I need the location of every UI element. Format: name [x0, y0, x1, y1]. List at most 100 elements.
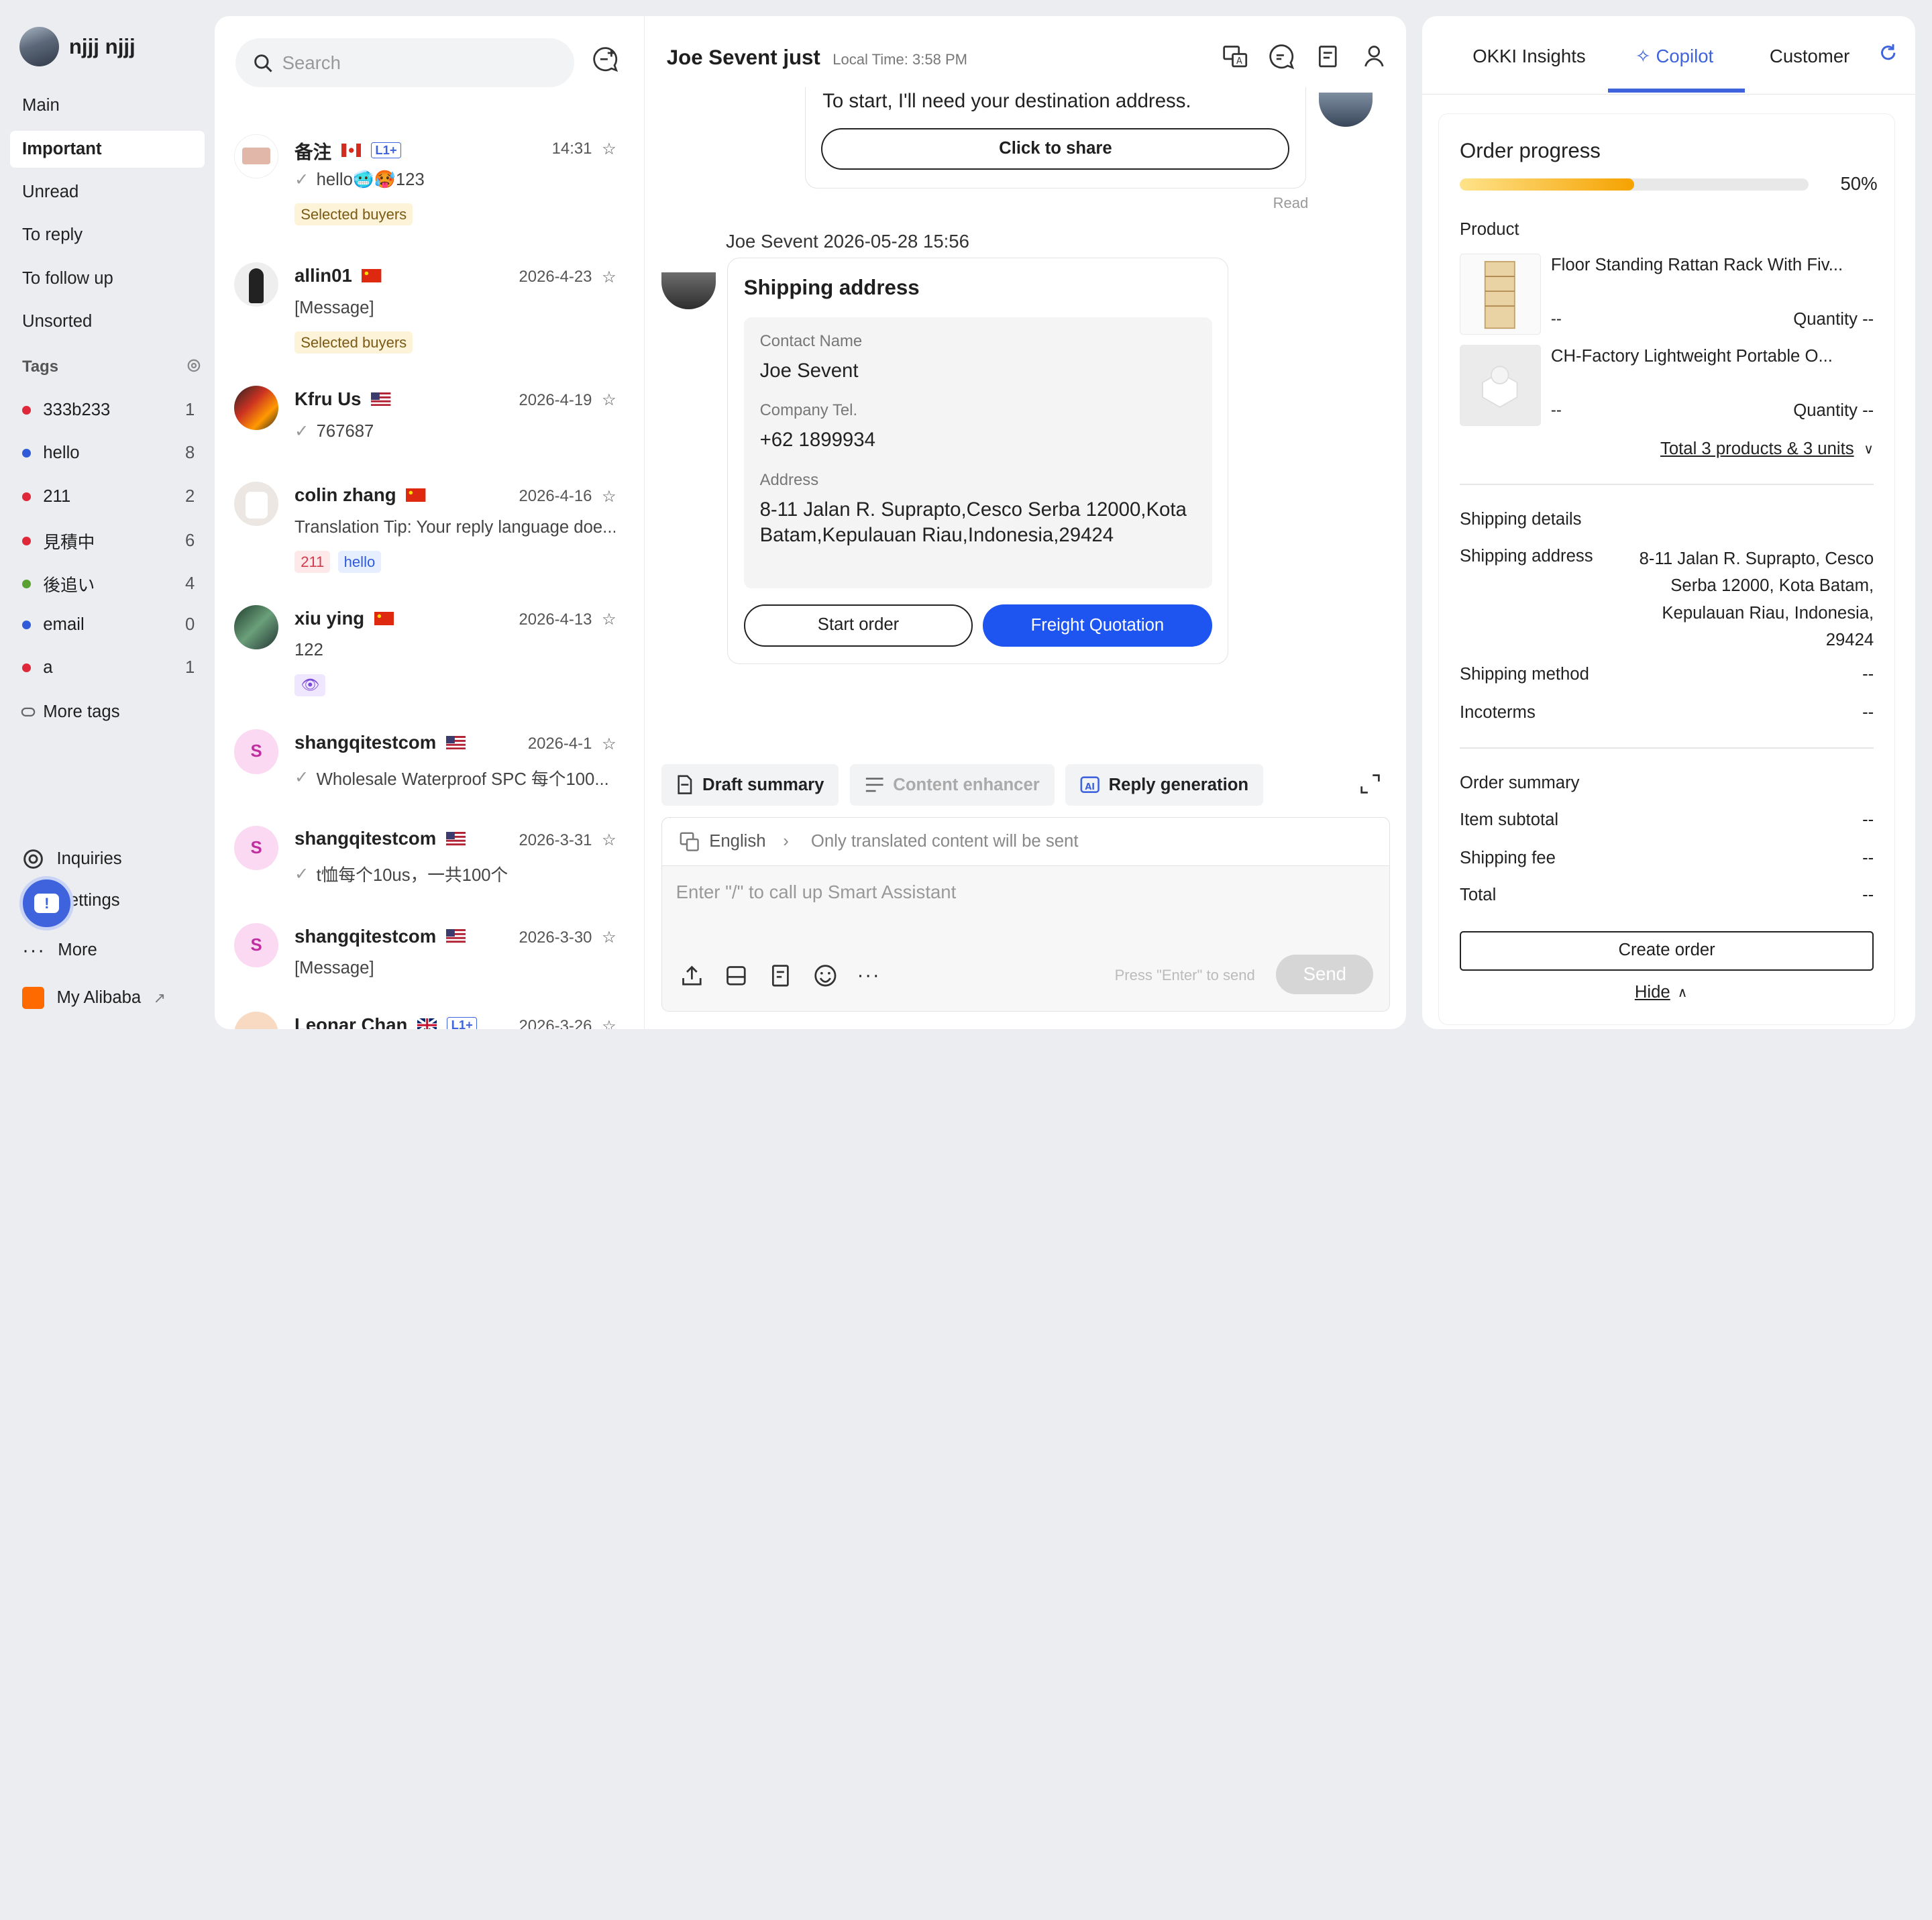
nav-item-unsorted[interactable]: Unsorted — [10, 303, 205, 340]
tag-item[interactable]: a1 — [22, 658, 195, 678]
user-profile[interactable]: njjj njjj — [19, 27, 136, 67]
nav-item-to-reply[interactable]: To reply — [10, 217, 205, 254]
conversation-row[interactable]: S shangqitestcom 2026-3-30 ☆ [Message] — [234, 922, 616, 997]
pin-icon[interactable]: ☆ — [602, 268, 616, 287]
start-order-button[interactable]: Start order — [743, 604, 973, 647]
translate-icon[interactable]: A — [1222, 43, 1248, 70]
flag-cn-icon — [362, 268, 382, 283]
time-label: 2026-3-31 — [519, 831, 592, 849]
freight-quotation-button[interactable]: Freight Quotation — [983, 604, 1212, 647]
message-input[interactable]: Enter "/" to call up Smart Assistant — [676, 882, 957, 903]
more-options-icon[interactable]: ··· — [857, 964, 881, 987]
tag-dot — [22, 449, 31, 458]
search-icon — [254, 54, 272, 72]
more-tags-link[interactable]: More tags — [21, 702, 120, 722]
tag-item[interactable]: 後追い 4 — [22, 572, 195, 596]
emoji-chip: 👁 — [294, 674, 326, 697]
send-button[interactable]: Send — [1276, 954, 1374, 994]
nav-item-to-follow-up[interactable]: To follow up — [10, 260, 205, 297]
customer-profile-icon[interactable] — [1362, 43, 1389, 70]
tag-item[interactable]: 211 2 — [22, 487, 195, 506]
conversation-row[interactable]: Kfru Us 2026-4-19 ☆ ✓ 767687 — [234, 385, 616, 460]
conversation-row[interactable]: colin zhang 2026-4-16 ☆ Translation Tip: … — [234, 482, 616, 580]
refresh-icon[interactable] — [1878, 43, 1898, 62]
conversation-row[interactable]: Leonar Chan L1+ 2026-3-26 ☆ — [234, 1012, 616, 1029]
conversation-row[interactable]: 备注 L1+ 14:31 ☆ ✓ hello🥶🥵123 Selected buyer… — [234, 134, 616, 233]
tag-outline-icon — [21, 707, 36, 717]
tag-dot — [22, 492, 31, 501]
pin-icon[interactable]: ☆ — [602, 928, 616, 947]
conversation-row[interactable]: S shangqitestcom 2026-3-31 ☆ ✓ t恤每个10us，一共… — [234, 825, 616, 900]
share-button[interactable]: Click to share — [821, 128, 1290, 170]
conversation-name: shangqitestcom — [294, 732, 466, 753]
tag-item[interactable]: 見積中 6 — [22, 529, 195, 553]
language-select[interactable]: English — [709, 832, 765, 851]
local-time: Local Time: 3:58 PM — [833, 50, 968, 68]
pin-icon[interactable]: ☆ — [602, 390, 616, 410]
tag-label: 211 — [43, 486, 71, 506]
tag-item[interactable]: email 0 — [22, 615, 195, 635]
pin-icon[interactable]: ☆ — [602, 487, 616, 506]
last-message: [Message] — [294, 959, 615, 978]
pin-icon[interactable]: ☆ — [602, 140, 616, 159]
nav-settings[interactable]: ettings — [69, 891, 120, 910]
tag-dot — [22, 406, 31, 415]
quick-reply-icon[interactable] — [1268, 43, 1295, 70]
avatar — [234, 262, 279, 307]
tag-count: 1 — [184, 657, 195, 677]
conversation-row[interactable]: allin01 2026-4-23 ☆ [Message] Selected bu… — [234, 262, 616, 361]
feedback-button[interactable]: ! — [19, 876, 74, 930]
flag-us-icon — [445, 929, 466, 943]
notes-icon[interactable] — [1315, 43, 1342, 70]
order-icon[interactable] — [768, 963, 793, 988]
emoji-icon[interactable] — [813, 963, 838, 988]
nav-more[interactable]: ··· More — [22, 939, 97, 962]
check-icon: ✓ — [294, 864, 309, 884]
nav-item-important[interactable]: Important — [9, 130, 205, 168]
create-order-button[interactable]: Create order — [1459, 930, 1874, 971]
content-enhancer-button[interactable]: Content enhancer — [850, 763, 1055, 806]
order-progress-title: Order progress — [1459, 138, 1601, 162]
shipping-method-row: Shipping method -- — [1460, 665, 1874, 684]
divider — [1459, 747, 1874, 749]
reply-generation-button[interactable]: AI Reply generation — [1065, 763, 1264, 806]
total-label: Total — [1459, 885, 1497, 904]
app: njjj njjj Main Important Unread To reply… — [0, 0, 1932, 1045]
conversation-name: 备注 L1+ — [294, 137, 402, 164]
tag-item[interactable]: 333b233 1 — [22, 401, 195, 420]
message-text: t恤每个10us，一共100个 — [316, 866, 508, 886]
product-item[interactable]: Floor Standing Rattan Rack With Fiv... -… — [1459, 253, 1874, 335]
hide-toggle[interactable]: Hide ∧ — [1635, 983, 1688, 1002]
total-products-toggle[interactable]: Total 3 products & 3 units ∨ — [1660, 439, 1874, 459]
shipping-method-value: -- — [1862, 665, 1874, 684]
nav-my-alibaba[interactable]: My Alibaba ↗ — [22, 987, 166, 1010]
conversation-name: Leonar Chan L1+ — [294, 1014, 478, 1029]
nav-item-main[interactable]: Main — [10, 87, 205, 124]
pin-icon[interactable]: ☆ — [602, 735, 616, 754]
more-label: More — [58, 941, 97, 960]
pin-icon[interactable]: ☆ — [602, 831, 616, 850]
product-icon[interactable] — [724, 963, 749, 988]
tab-customer[interactable]: Customer — [1770, 46, 1849, 67]
draft-summary-button[interactable]: Draft summary — [661, 763, 839, 806]
search-input[interactable]: Search — [235, 38, 575, 88]
conversation-row[interactable]: S shangqitestcom 2026-4-1 ☆ ✓ Wholesale Wa… — [234, 729, 616, 803]
right-panel: OKKI Insights ✧ Copilot Customer Order p… — [1421, 15, 1915, 1029]
tag-item[interactable]: hello 8 — [22, 443, 195, 463]
tab-okki-insights[interactable]: OKKI Insights — [1472, 46, 1585, 67]
status-badge: Selected buyers — [294, 203, 413, 226]
tab-copilot[interactable]: ✧ Copilot — [1635, 46, 1714, 67]
upload-icon[interactable] — [680, 963, 704, 988]
product-item[interactable]: CH-Factory Lightweight Portable O... -- … — [1459, 344, 1874, 426]
hide-label: Hide — [1634, 983, 1670, 1002]
new-chat-icon[interactable] — [592, 46, 619, 72]
ai-reply-icon: AI — [1080, 776, 1100, 794]
pin-icon[interactable]: ☆ — [602, 1017, 616, 1029]
nav-inquiries[interactable]: Inquiries — [22, 848, 122, 870]
pin-icon[interactable]: ☆ — [602, 610, 616, 629]
nav-item-unread[interactable]: Unread — [10, 174, 205, 211]
gear-icon[interactable] — [186, 358, 202, 374]
expand-icon[interactable] — [1359, 773, 1381, 795]
conversation-row[interactable]: xiu ying 2026-4-13 ☆ 122 👁 — [234, 604, 616, 704]
tag-count: 2 — [184, 486, 195, 506]
